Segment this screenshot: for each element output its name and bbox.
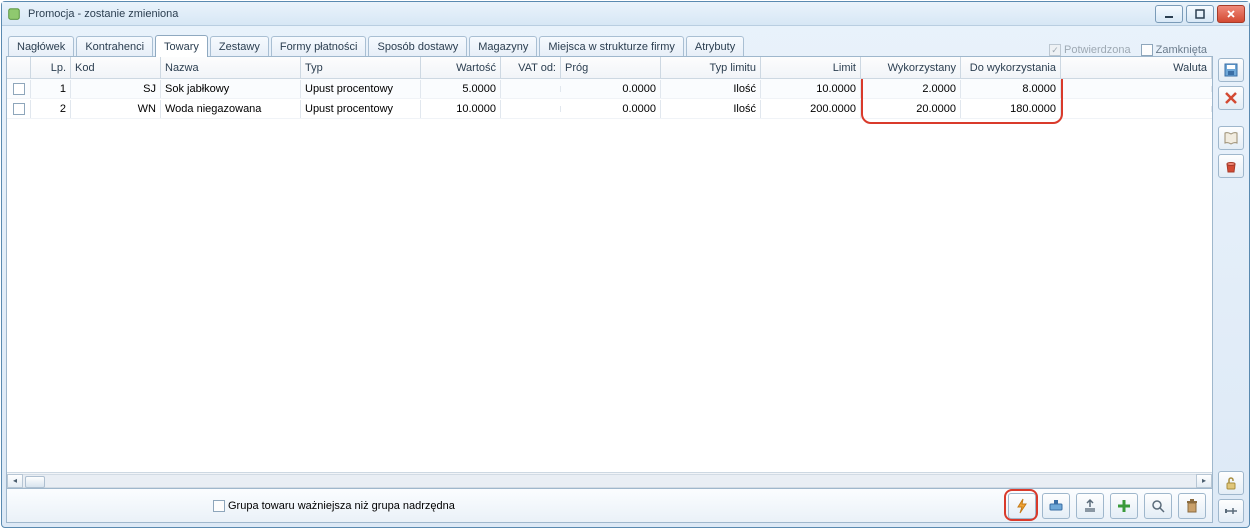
col-typ[interactable]: Typ: [301, 57, 421, 78]
col-typ-limitu[interactable]: Typ limitu: [661, 57, 761, 78]
minimize-button[interactable]: [1155, 5, 1183, 23]
tab-magazyny[interactable]: Magazyny: [469, 36, 537, 57]
promotion-window: Promocja - zostanie zmieniona Nagłówek K…: [1, 1, 1250, 528]
col-vat-od[interactable]: VAT od:: [501, 57, 561, 78]
scroll-thumb[interactable]: [25, 476, 45, 488]
group-priority-checkbox[interactable]: Grupa towaru ważniejsza niż grupa nadrzę…: [213, 500, 455, 512]
confirmed-label: Potwierdzona: [1064, 44, 1131, 56]
col-kod[interactable]: Kod: [71, 57, 161, 78]
lock-button[interactable]: [1218, 471, 1244, 495]
items-grid: Lp. Kod Nazwa Typ Wartość VAT od: Próg T…: [6, 56, 1213, 489]
tab-towary[interactable]: Towary: [155, 35, 208, 57]
grid-header: Lp. Kod Nazwa Typ Wartość VAT od: Próg T…: [7, 57, 1212, 79]
scroll-track[interactable]: [23, 474, 1196, 488]
col-do-wykorzystania[interactable]: Do wykorzystania: [961, 57, 1061, 78]
row-checkbox[interactable]: [7, 80, 31, 98]
tab-formy-platnosci[interactable]: Formy płatności: [271, 36, 367, 57]
scroll-right-button[interactable]: ▸: [1196, 474, 1212, 488]
side-toolbar: [1217, 30, 1245, 523]
cell-limit: 10.0000: [761, 80, 861, 98]
save-button[interactable]: [1218, 58, 1244, 82]
bucket-button[interactable]: [1218, 154, 1244, 178]
cell-wykorzystany: 2.0000: [861, 80, 961, 98]
cell-prog: 0.0000: [561, 80, 661, 98]
closed-label: Zamknięta: [1156, 44, 1207, 56]
book-button[interactable]: [1218, 126, 1244, 150]
tab-bar: Nagłówek Kontrahenci Towary Zestawy Form…: [6, 30, 1213, 56]
scroll-left-button[interactable]: ◂: [7, 474, 23, 488]
cell-kod: SJ: [71, 80, 161, 98]
col-waluta[interactable]: Waluta: [1061, 57, 1212, 78]
titlebar: Promocja - zostanie zmieniona: [2, 2, 1249, 26]
scale-button[interactable]: [1042, 493, 1070, 519]
cell-prog: 0.0000: [561, 100, 661, 118]
tab-sposob-dostawy[interactable]: Sposób dostawy: [368, 36, 467, 57]
cell-wykorzystany: 20.0000: [861, 100, 961, 118]
cell-kod: WN: [71, 100, 161, 118]
pin-button[interactable]: [1218, 499, 1244, 523]
col-wartosc[interactable]: Wartość: [421, 57, 501, 78]
col-limit[interactable]: Limit: [761, 57, 861, 78]
col-nazwa[interactable]: Nazwa: [161, 57, 301, 78]
cell-nazwa: Sok jabłkowy: [161, 80, 301, 98]
cell-vat-od: [501, 106, 561, 112]
tab-naglowek[interactable]: Nagłówek: [8, 36, 74, 57]
delete-button[interactable]: [1178, 493, 1206, 519]
footer-bar: Grupa towaru ważniejsza niż grupa nadrzę…: [6, 489, 1213, 523]
grid-body: 1 SJ Sok jabłkowy Upust procentowy 5.000…: [7, 79, 1212, 472]
window-title: Promocja - zostanie zmieniona: [28, 8, 178, 20]
col-prog[interactable]: Próg: [561, 57, 661, 78]
tab-kontrahenci[interactable]: Kontrahenci: [76, 36, 153, 57]
cell-wartosc: 5.0000: [421, 80, 501, 98]
group-priority-label: Grupa towaru ważniejsza niż grupa nadrzę…: [228, 500, 455, 512]
tab-miejsca[interactable]: Miejsca w strukturze firmy: [539, 36, 684, 57]
table-row[interactable]: 2 WN Woda niegazowana Upust procentowy 1…: [7, 99, 1212, 119]
lightning-button[interactable]: [1008, 493, 1036, 519]
zoom-button[interactable]: [1144, 493, 1172, 519]
row-checkbox[interactable]: [7, 100, 31, 118]
cell-do-wykorzystania: 8.0000: [961, 80, 1061, 98]
close-button[interactable]: [1217, 5, 1245, 23]
maximize-button[interactable]: [1186, 5, 1214, 23]
cell-vat-od: [501, 86, 561, 92]
closed-checkbox[interactable]: Zamknięta: [1141, 44, 1207, 56]
cell-do-wykorzystania: 180.0000: [961, 100, 1061, 118]
cell-wartosc: 10.0000: [421, 100, 501, 118]
export-button[interactable]: [1076, 493, 1104, 519]
tab-atrybuty[interactable]: Atrybuty: [686, 36, 744, 57]
add-button[interactable]: [1110, 493, 1138, 519]
confirmed-checkbox: ✓ Potwierdzona: [1049, 44, 1131, 56]
cell-waluta: [1061, 106, 1212, 112]
table-row[interactable]: 1 SJ Sok jabłkowy Upust procentowy 5.000…: [7, 79, 1212, 99]
app-icon: [6, 6, 22, 22]
cell-waluta: [1061, 86, 1212, 92]
horizontal-scrollbar[interactable]: ◂ ▸: [7, 472, 1212, 488]
col-wykorzystany[interactable]: Wykorzystany: [861, 57, 961, 78]
cell-lp: 1: [31, 80, 71, 98]
cell-typ-limitu: Ilość: [661, 100, 761, 118]
col-lp[interactable]: Lp.: [31, 57, 71, 78]
cancel-button[interactable]: [1218, 86, 1244, 110]
window-controls: [1155, 5, 1245, 23]
cell-lp: 2: [31, 100, 71, 118]
cell-typ-limitu: Ilość: [661, 80, 761, 98]
cell-nazwa: Woda niegazowana: [161, 100, 301, 118]
tab-zestawy[interactable]: Zestawy: [210, 36, 269, 57]
cell-limit: 200.0000: [761, 100, 861, 118]
cell-typ: Upust procentowy: [301, 80, 421, 98]
cell-typ: Upust procentowy: [301, 100, 421, 118]
